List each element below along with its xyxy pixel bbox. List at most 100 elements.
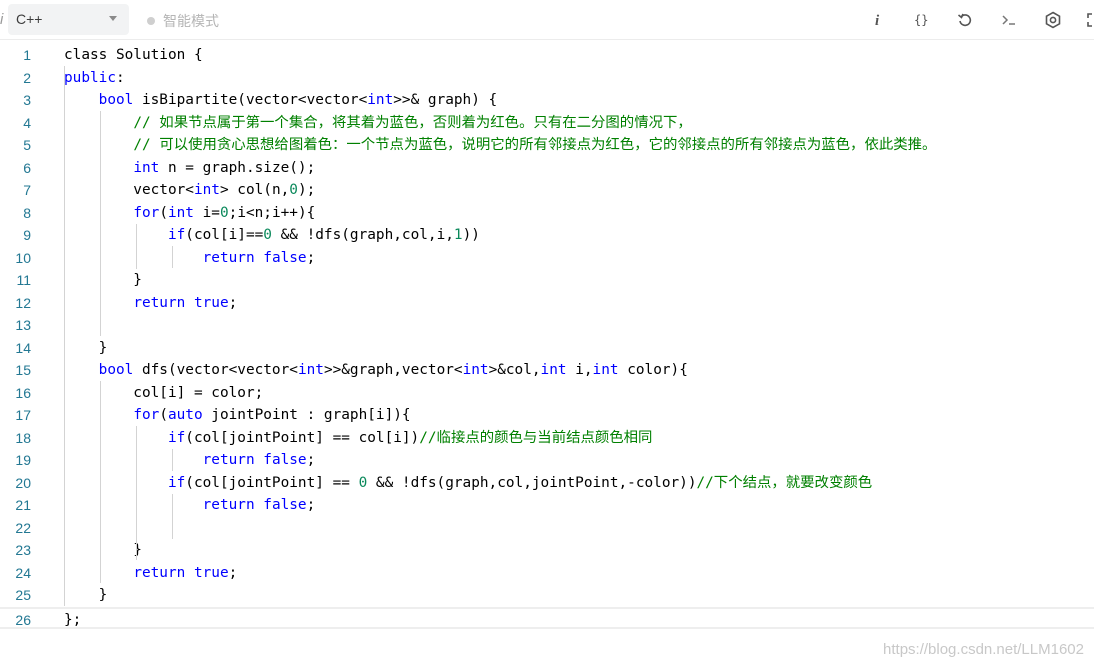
line-number: 22 — [15, 519, 31, 536]
code-token: && !dfs(graph,col,i, — [271, 227, 454, 243]
code-token: for — [133, 204, 160, 221]
code-token: color){ — [618, 362, 688, 378]
code-line[interactable]: 22 — [0, 517, 1094, 540]
code-text: bool isBipartite(vector<vector<int>>& gr… — [64, 89, 498, 112]
code-editor[interactable]: 1 class Solution { 2 public: 3 bool isBipart… — [0, 44, 1094, 634]
code-line[interactable]: 8 for(int i=0;i<n;i++){ — [0, 202, 1094, 225]
code-line[interactable]: 2 public: — [0, 67, 1094, 90]
code-token: dfs(vector<vector< — [133, 362, 298, 378]
code-token: true — [193, 294, 229, 311]
fullscreen-button[interactable] — [1080, 7, 1094, 33]
code-text: // 可以使用贪心思想给图着色：一个节点为蓝色，说明它的所有邻接点为红色，它的邻… — [64, 134, 936, 157]
code-text: vector<int> col(n,0); — [64, 179, 315, 202]
code-line[interactable]: 5 // 可以使用贪心思想给图着色：一个节点为蓝色，说明它的所有邻接点为红色，它… — [0, 134, 1094, 157]
line-number: 11 — [16, 272, 31, 288]
indent-guide — [172, 246, 173, 268]
line-number: 10 — [15, 249, 31, 266]
settings-icon — [1045, 11, 1061, 29]
code-line[interactable]: 12 return true; — [0, 292, 1094, 315]
code-token: (col[jointPoint] == — [185, 474, 359, 491]
code-text: return false; — [64, 494, 316, 517]
code-line[interactable]: 14 } — [0, 337, 1094, 360]
code-token: ; — [228, 294, 238, 311]
code-line[interactable]: 3 bool isBipartite(vector<vector<int>>& … — [0, 89, 1094, 112]
line-number: 21 — [15, 497, 31, 513]
code-line[interactable]: 26}; — [0, 606, 1094, 629]
code-token: i= — [193, 204, 220, 221]
console-button[interactable] — [996, 7, 1022, 33]
code-token: auto — [167, 407, 203, 423]
code-line[interactable]: 20 if(col[jointPoint] == 0 && !dfs(graph… — [0, 472, 1094, 495]
code-token: if — [167, 429, 186, 446]
code-line[interactable]: 13 — [0, 314, 1094, 337]
code-token: 1 — [453, 227, 463, 243]
code-token: >>& graph) { — [393, 92, 498, 108]
code-text: return false; — [64, 247, 316, 270]
line-number: 17 — [15, 407, 31, 423]
code-text: return false; — [64, 449, 316, 472]
code-line[interactable]: 11 } — [0, 269, 1094, 292]
code-line[interactable]: 17 for(auto jointPoint : graph[i]){ — [0, 404, 1094, 427]
settings-button[interactable] — [1040, 7, 1066, 33]
watermark: https://blog.csdn.net/LLM1602 — [883, 641, 1084, 658]
code-token: int — [592, 362, 619, 378]
code-token: 0 — [289, 182, 298, 198]
smart-mode-dot-icon — [147, 17, 155, 25]
code-line[interactable]: 19 return false; — [0, 449, 1094, 472]
code-line[interactable]: 15 bool dfs(vector<vector<int>>&graph,ve… — [0, 359, 1094, 382]
code-token: return — [202, 497, 255, 513]
code-token: 0 — [219, 204, 229, 221]
code-text: class Solution { — [64, 44, 203, 67]
code-token: vector< — [64, 182, 194, 198]
code-line[interactable]: 6 int n = graph.size(); — [0, 157, 1094, 180]
code-token: // 可以使用贪心思想给图着色：一个节点为蓝色，说明它的所有邻接点为红色，它的邻… — [133, 137, 937, 153]
code-token: return — [202, 249, 255, 266]
smart-mode-toggle[interactable]: 智能模式 — [147, 11, 219, 31]
line-number: 1 — [23, 47, 31, 63]
code-line[interactable]: 9 if(col[i]==0 && !dfs(graph,col,i,1)) — [0, 224, 1094, 247]
line-number: 8 — [23, 204, 31, 221]
svg-text:{}: {} — [914, 13, 928, 27]
code-line[interactable]: 4 // 如果节点属于第一个集合，将其着为蓝色，否则着为红色。只有在二分图的情况… — [0, 112, 1094, 135]
info-button[interactable]: i — [865, 7, 891, 33]
indent-guide — [172, 449, 173, 471]
code-line[interactable]: 21 return false; — [0, 494, 1094, 517]
code-token: n = graph.size(); — [159, 159, 316, 176]
line-number: 26 — [15, 611, 31, 628]
line-number: 9 — [23, 227, 31, 243]
line-number: 23 — [15, 542, 31, 558]
code-token: // 如果节点属于第一个集合，将其着为蓝色，否则着为红色。只有在二分图的情况下， — [133, 114, 692, 131]
code-token: )) — [462, 227, 480, 243]
code-line[interactable]: 23 } — [0, 539, 1094, 562]
language-select[interactable]: C++ — [8, 4, 129, 35]
code-line[interactable]: 16 col[i] = color; — [0, 382, 1094, 405]
code-line[interactable]: 18 if(col[jointPoint] == col[i])//临接点的颜色… — [0, 427, 1094, 450]
line-number: 12 — [15, 294, 31, 311]
code-token: } — [64, 587, 108, 603]
code-token: col[i] = color; — [64, 384, 264, 401]
code-text: col[i] = color; — [64, 382, 263, 405]
code-token: public — [64, 69, 116, 86]
code-line[interactable]: 10 return false; — [0, 247, 1094, 270]
reset-code-button[interactable] — [952, 7, 978, 33]
fullscreen-icon — [1087, 13, 1094, 27]
code-line[interactable]: 1 class Solution { — [0, 44, 1094, 67]
code-token: int — [367, 92, 394, 108]
code-line[interactable]: 7 vector<int> col(n,0); — [0, 179, 1094, 202]
code-token: ; — [306, 497, 316, 513]
code-token: false — [263, 497, 307, 513]
code-text: if(col[jointPoint] == 0 && !dfs(graph,co… — [64, 472, 872, 495]
code-line[interactable]: 24 return true; — [0, 562, 1094, 585]
indent-guide — [100, 111, 101, 336]
code-token: bool — [98, 362, 134, 378]
format-code-button[interactable]: {} — [909, 7, 935, 33]
code-token: class Solution { — [64, 47, 203, 63]
code-line[interactable]: 25 } — [0, 584, 1094, 607]
code-token: > col(n, — [219, 182, 290, 198]
code-token: ( — [159, 407, 168, 423]
